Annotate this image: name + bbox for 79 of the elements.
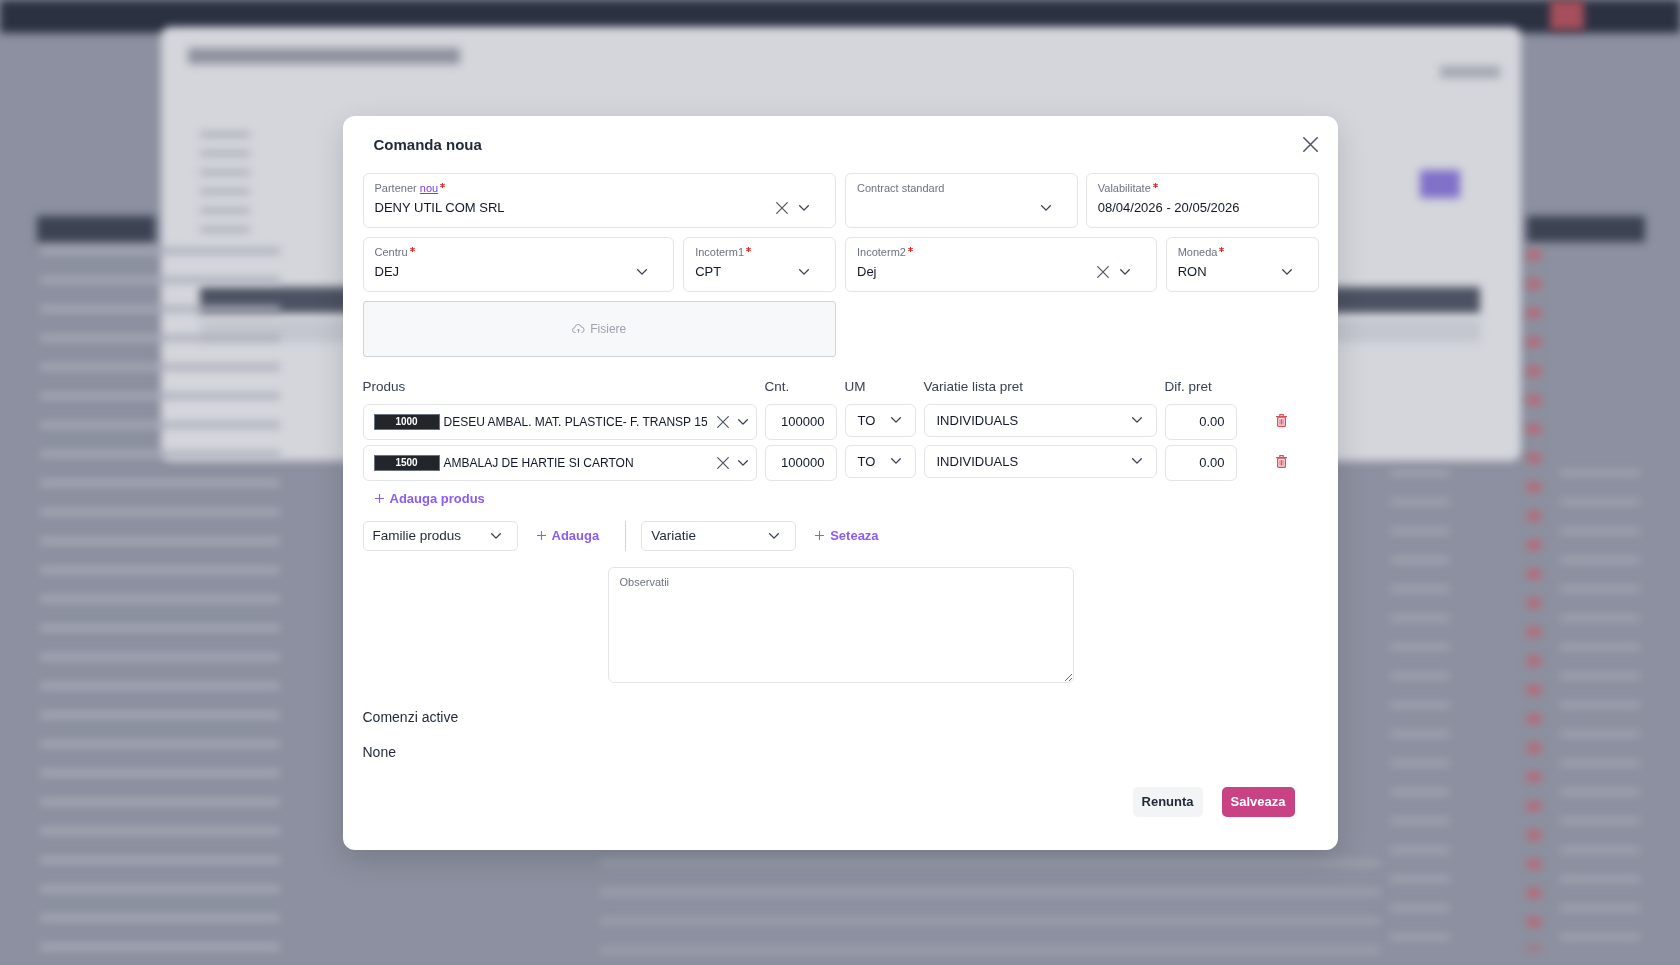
product-code-tag: 1000: [373, 413, 440, 430]
field-label: Valabilitate: [1097, 181, 1151, 195]
clear-icon[interactable]: [776, 201, 788, 214]
delete-button[interactable]: [1276, 413, 1287, 427]
product-code-tag: 1500: [373, 454, 440, 471]
chevron-down-icon: [1131, 417, 1142, 423]
add-family-button[interactable]: Adauga: [536, 526, 600, 545]
trash-icon: [1276, 454, 1287, 468]
field-value: Dej: [857, 264, 877, 279]
field-label: Incoterm1: [695, 245, 745, 259]
delete-button[interactable]: [1276, 454, 1287, 468]
clear-icon[interactable]: [716, 415, 729, 428]
select-field[interactable]: Incoterm2 Dej: [845, 236, 1157, 292]
field-value: RON: [1177, 264, 1207, 279]
chevron-down-icon: [490, 532, 501, 539]
column-header: UM: [844, 377, 866, 396]
column-header: Produs: [362, 377, 406, 396]
select-field[interactable]: Contract standard: [845, 172, 1078, 228]
close-icon: [1302, 137, 1318, 152]
price-difference-input[interactable]: 0.00: [1164, 444, 1237, 481]
field-label: Centru: [374, 245, 408, 259]
field-value: DEJ: [374, 264, 400, 279]
cancel-button[interactable]: Renunta: [1132, 786, 1203, 817]
chevron-down-icon: [1119, 268, 1130, 275]
product-name: AMBALAJ DE HARTIE SI CARTON: [443, 455, 635, 470]
chevron-down-icon: [769, 532, 780, 539]
product-select[interactable]: 1500 AMBALAJ DE HARTIE SI CARTON: [362, 444, 757, 481]
chevron-down-icon: [1281, 268, 1292, 275]
select-field[interactable]: Moneda RON: [1165, 236, 1319, 292]
field-label: Partener nou: [374, 181, 439, 195]
cloud-upload-icon: [572, 324, 586, 333]
price-list-select[interactable]: INDIVIDUALS: [923, 444, 1157, 478]
add-product-button[interactable]: Adauga produs: [374, 489, 485, 508]
price-list-select[interactable]: INDIVIDUALS: [923, 403, 1157, 437]
field-label: Incoterm2: [857, 245, 906, 259]
notes-textarea[interactable]: Observatii: [607, 566, 1074, 683]
close-button[interactable]: [1302, 137, 1318, 152]
chevron-down-icon: [737, 459, 748, 466]
chevron-down-icon: [799, 204, 809, 211]
price-difference-input[interactable]: 0.00: [1164, 403, 1237, 440]
column-header: Cnt.: [764, 377, 790, 396]
set-variation-button[interactable]: Seteaza: [815, 526, 879, 545]
plus-icon: [815, 531, 825, 540]
unit-select[interactable]: TO: [844, 403, 916, 437]
field-value: CPT: [695, 264, 722, 279]
product-select[interactable]: 1000 DESEU AMBAL. MAT. PLASTICE- F. TRANSP 15: [362, 403, 757, 440]
active-orders-value: None: [362, 742, 396, 762]
clear-icon[interactable]: [1096, 265, 1109, 278]
quantity-input[interactable]: 100000: [764, 444, 837, 481]
unit-select[interactable]: TO: [844, 444, 916, 478]
chevron-down-icon: [799, 268, 809, 275]
chevron-down-icon: [737, 418, 748, 425]
trash-icon: [1276, 413, 1287, 427]
date-range-field[interactable]: Valabilitate 08/04/2026 - 20/05/2026: [1085, 172, 1319, 228]
chevron-down-icon: [1040, 204, 1051, 211]
select-field[interactable]: Centru DEJ: [362, 236, 675, 292]
dialog-title: Comanda noua: [373, 134, 482, 155]
plus-icon: [536, 531, 546, 540]
column-header: Variatie lista pret: [923, 377, 1024, 396]
field-label: Contract standard: [857, 181, 945, 195]
column-header: Dif. pret: [1164, 377, 1212, 396]
product-name: DESEU AMBAL. MAT. PLASTICE- F. TRANSP 15: [443, 414, 709, 429]
plus-icon: [374, 494, 384, 503]
select-field[interactable]: Incoterm1 CPT: [683, 236, 836, 292]
chevron-down-icon: [890, 458, 901, 464]
product-family-select[interactable]: Familie produs: [362, 520, 518, 551]
save-button[interactable]: Salveaza: [1221, 786, 1295, 817]
field-label: Moneda: [1177, 245, 1218, 259]
chevron-down-icon: [890, 417, 901, 423]
field-value: DENY UTIL COM SRL: [374, 200, 505, 215]
new-link[interactable]: nou: [419, 181, 439, 194]
field-value: 08/04/2026 - 20/05/2026: [1097, 200, 1240, 215]
variation-select[interactable]: Variatie: [641, 520, 797, 551]
section-heading: Comenzi active: [362, 707, 459, 727]
chevron-down-icon: [637, 268, 648, 275]
select-field[interactable]: Partener nou DENY UTIL COM SRL: [362, 172, 836, 228]
quantity-input[interactable]: 100000: [764, 403, 837, 440]
chevron-down-icon: [1131, 458, 1142, 464]
clear-icon[interactable]: [716, 456, 729, 469]
